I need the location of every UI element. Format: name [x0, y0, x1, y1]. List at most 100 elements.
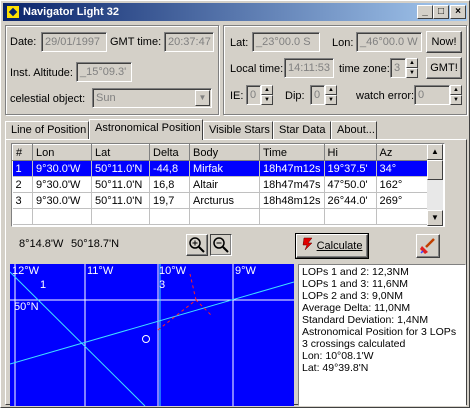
column-header[interactable]: Delta: [149, 144, 190, 161]
watch-error-field[interactable]: 0: [414, 85, 450, 105]
scroll-down-icon[interactable]: ▼: [427, 210, 443, 226]
time-zone-spinner[interactable]: ▲ ▼: [406, 58, 418, 78]
watch-error-label: watch error:: [356, 90, 415, 102]
table-row[interactable]: 2 9°30.0'W 50°11.0'N 16,8 Altair 18h47m4…: [12, 176, 429, 193]
zoom-out-icon: [213, 237, 229, 253]
celestial-object-label: celestial object:: [10, 93, 86, 105]
gmt-button[interactable]: GMT!: [426, 57, 462, 79]
title-bar: Navigator Light 32 _ □ ×: [3, 3, 467, 21]
time-zone-field[interactable]: 3: [390, 58, 406, 78]
maximize-button[interactable]: □: [433, 5, 449, 19]
ie-field[interactable]: 0: [246, 85, 261, 105]
time-zone-label: time zone:: [339, 63, 390, 75]
course-leg: [189, 273, 197, 301]
column-header[interactable]: Lon: [32, 144, 92, 161]
table-scrollbar[interactable]: ▲ ▼: [427, 144, 443, 226]
result-line: Average Delta: 11,0NM: [302, 302, 411, 314]
dip-label: Dip:: [285, 90, 305, 102]
ie-spinner[interactable]: ▲ ▼: [261, 85, 273, 105]
close-button[interactable]: ×: [450, 5, 466, 19]
result-line: Astronomical Position for 3 LOPs: [302, 326, 457, 338]
spin-down-icon[interactable]: ▼: [261, 95, 273, 105]
celestial-object-value: Sun: [96, 92, 116, 104]
calculate-label: Calculate: [316, 240, 363, 252]
cursor-lon: 8°14.8'W: [19, 238, 64, 250]
gmt-time-field[interactable]: 20:37:47: [164, 32, 214, 52]
table-cell: 9°30.0'W: [32, 192, 92, 209]
tab-line-of-position[interactable]: Line of Position: [5, 121, 89, 139]
map-canvas[interactable]: [10, 264, 294, 406]
table-cell: 2: [12, 176, 33, 193]
lon-label-9w: 9°W: [235, 265, 256, 277]
plotting-map[interactable]: 12°W 11°W 10°W 9°W 50°N 1 3: [10, 264, 294, 406]
scroll-up-icon[interactable]: ▲: [427, 144, 443, 160]
column-header[interactable]: Az: [375, 144, 429, 161]
column-header[interactable]: #: [12, 144, 33, 161]
table-cell: 50°11.0'N: [91, 176, 150, 193]
scroll-thumb[interactable]: [427, 160, 443, 180]
table-cell: 26°44.0': [324, 192, 377, 209]
table-cell: -44,8: [149, 160, 190, 177]
spin-up-icon[interactable]: ▲: [261, 85, 273, 95]
column-header[interactable]: Hi: [323, 144, 377, 161]
celestial-object-select[interactable]: Sun ▼: [92, 88, 212, 108]
spin-down-icon[interactable]: ▼: [325, 95, 337, 105]
table-cell: 50°11.0'N: [91, 192, 150, 209]
table-cell: Mirfak: [189, 160, 260, 177]
lon-field[interactable]: _46°00.0 W: [356, 32, 422, 52]
lon-label-10w: 10°W: [159, 265, 187, 277]
lon-label: Lon:: [332, 37, 354, 49]
column-header[interactable]: Body: [189, 144, 260, 161]
table-row[interactable]: 3 9°30.0'W 50°11.0'N 19,7 Arcturus 18h48…: [12, 192, 429, 209]
spin-down-icon[interactable]: ▼: [406, 68, 418, 78]
result-line: 3 crossings calculated: [302, 338, 406, 350]
clear-button[interactable]: [416, 234, 440, 258]
zoom-out-button[interactable]: [210, 234, 232, 256]
tab-star-data[interactable]: Star Data: [273, 121, 331, 139]
cursor-lat: 50°18.7'N: [71, 238, 120, 250]
local-time-field[interactable]: 14:11:53: [284, 58, 334, 78]
lon-label-12w: 12°W: [12, 265, 40, 277]
app-icon: [6, 5, 20, 19]
table-row[interactable]: 1 9°30.0'W 50°11.0'N -44,8 Mirfak 18h47m…: [12, 160, 429, 177]
column-header[interactable]: Time: [259, 144, 325, 161]
spin-up-icon[interactable]: ▲: [406, 58, 418, 68]
result-line: Standard Deviation: 1,4NM: [302, 314, 429, 326]
zoom-in-button[interactable]: [186, 234, 208, 256]
table-row[interactable]: [12, 208, 429, 225]
now-button[interactable]: Now!: [426, 31, 462, 53]
local-time-label: Local time:: [230, 63, 284, 75]
spin-up-icon[interactable]: ▲: [450, 85, 462, 95]
tab-about[interactable]: About...: [331, 121, 377, 139]
altitude-field[interactable]: _15°09.3': [76, 62, 132, 82]
astronomical-position-panel: # Lon Lat Delta Body Time Hi Az 1 9°30.0…: [5, 139, 467, 406]
chevron-down-icon[interactable]: ▼: [195, 90, 210, 106]
table-cell: 19,7: [149, 192, 190, 209]
position-marker: [142, 335, 150, 343]
tab-visible-stars[interactable]: Visible Stars: [203, 121, 273, 139]
watch-error-spinner[interactable]: ▲ ▼: [450, 85, 462, 105]
tab-astronomical-position[interactable]: Astronomical Position: [89, 119, 203, 140]
spin-up-icon[interactable]: ▲: [325, 85, 337, 95]
table-cell: 16,8: [149, 176, 190, 193]
result-line: LOPs 1 and 2: 12,3NM: [302, 266, 409, 278]
spin-down-icon[interactable]: ▼: [450, 95, 462, 105]
table-cell: 47°50.0': [324, 176, 377, 193]
lat-field[interactable]: _23°00.0 S: [252, 32, 320, 52]
calculate-icon: [302, 237, 313, 251]
table-header-row: # Lon Lat Delta Body Time Hi Az: [12, 144, 429, 161]
minimize-button[interactable]: _: [417, 5, 433, 19]
date-field[interactable]: 29/01/1997: [41, 32, 107, 52]
table-cell: 9°30.0'W: [32, 160, 92, 177]
result-line: LOPs 2 and 3: 9,0NM: [302, 290, 403, 302]
lop-table[interactable]: # Lon Lat Delta Body Time Hi Az 1 9°30.0…: [11, 143, 445, 227]
ie-label: IE:: [230, 90, 244, 102]
dip-field[interactable]: 0: [310, 85, 325, 105]
table-cell: Altair: [189, 176, 260, 193]
column-header[interactable]: Lat: [91, 144, 150, 161]
table-cell: 50°11.0'N: [91, 160, 150, 177]
dip-spinner[interactable]: ▲ ▼: [325, 85, 337, 105]
calculate-button[interactable]: Calculate: [295, 233, 369, 259]
table-cell: Arcturus: [189, 192, 260, 209]
table-cell: 34°: [376, 160, 429, 177]
